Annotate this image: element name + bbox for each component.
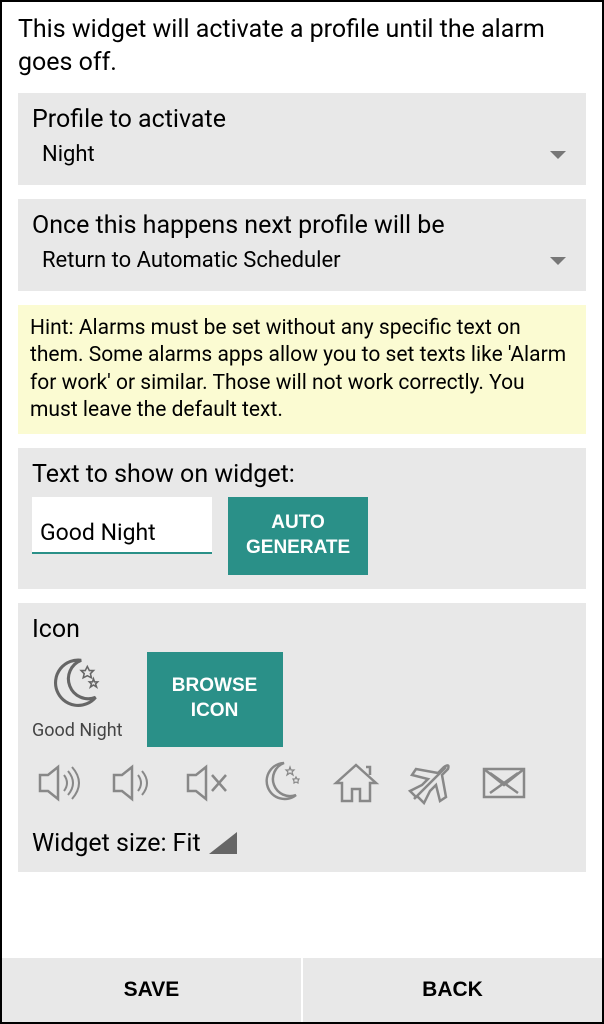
widget-text-section: Text to show on widget: AUTO GENERATE: [18, 448, 586, 588]
widget-size-label: Widget size:: [32, 829, 167, 858]
profile-section: Profile to activate Night: [18, 93, 586, 185]
widget-text-label: Text to show on widget:: [32, 460, 572, 489]
mail-blocked-icon[interactable]: [476, 755, 532, 811]
moon-icon: [44, 652, 110, 718]
widget-size-value: Fit: [173, 829, 201, 858]
icon-label: Icon: [32, 615, 572, 644]
next-profile-section: Once this happens next profile will be R…: [18, 199, 586, 291]
profile-value: Night: [42, 142, 95, 167]
chevron-down-icon: [550, 257, 566, 265]
widget-text-input[interactable]: [32, 497, 212, 554]
icon-preview: Good Night: [32, 652, 123, 741]
icon-section: Icon Good Night BROWSE ICON: [18, 603, 586, 872]
bottom-bar: SAVE BACK: [2, 958, 602, 1022]
browse-icon-button[interactable]: BROWSE ICON: [147, 652, 283, 747]
home-icon[interactable]: [328, 755, 384, 811]
volume-mid-icon[interactable]: [106, 755, 162, 811]
moon-icon[interactable]: [254, 755, 310, 811]
chevron-down-icon: [550, 151, 566, 159]
size-triangle-icon: [209, 832, 237, 854]
icon-strip: [32, 755, 572, 811]
profile-dropdown[interactable]: Night: [32, 138, 572, 167]
icon-preview-label: Good Night: [32, 720, 123, 741]
widget-description: This widget will activate a profile unti…: [18, 14, 586, 79]
volume-mute-icon[interactable]: [180, 755, 236, 811]
airplane-icon[interactable]: [402, 755, 458, 811]
auto-generate-button[interactable]: AUTO GENERATE: [228, 497, 368, 574]
save-button[interactable]: SAVE: [2, 958, 301, 1022]
back-button[interactable]: BACK: [303, 958, 602, 1022]
widget-size-row[interactable]: Widget size: Fit: [32, 829, 572, 858]
volume-full-icon[interactable]: [32, 755, 88, 811]
profile-label: Profile to activate: [32, 105, 572, 134]
hint-text: Hint: Alarms must be set without any spe…: [18, 305, 586, 434]
next-profile-dropdown[interactable]: Return to Automatic Scheduler: [32, 244, 572, 273]
next-profile-value: Return to Automatic Scheduler: [42, 248, 341, 273]
next-profile-label: Once this happens next profile will be: [32, 211, 572, 240]
